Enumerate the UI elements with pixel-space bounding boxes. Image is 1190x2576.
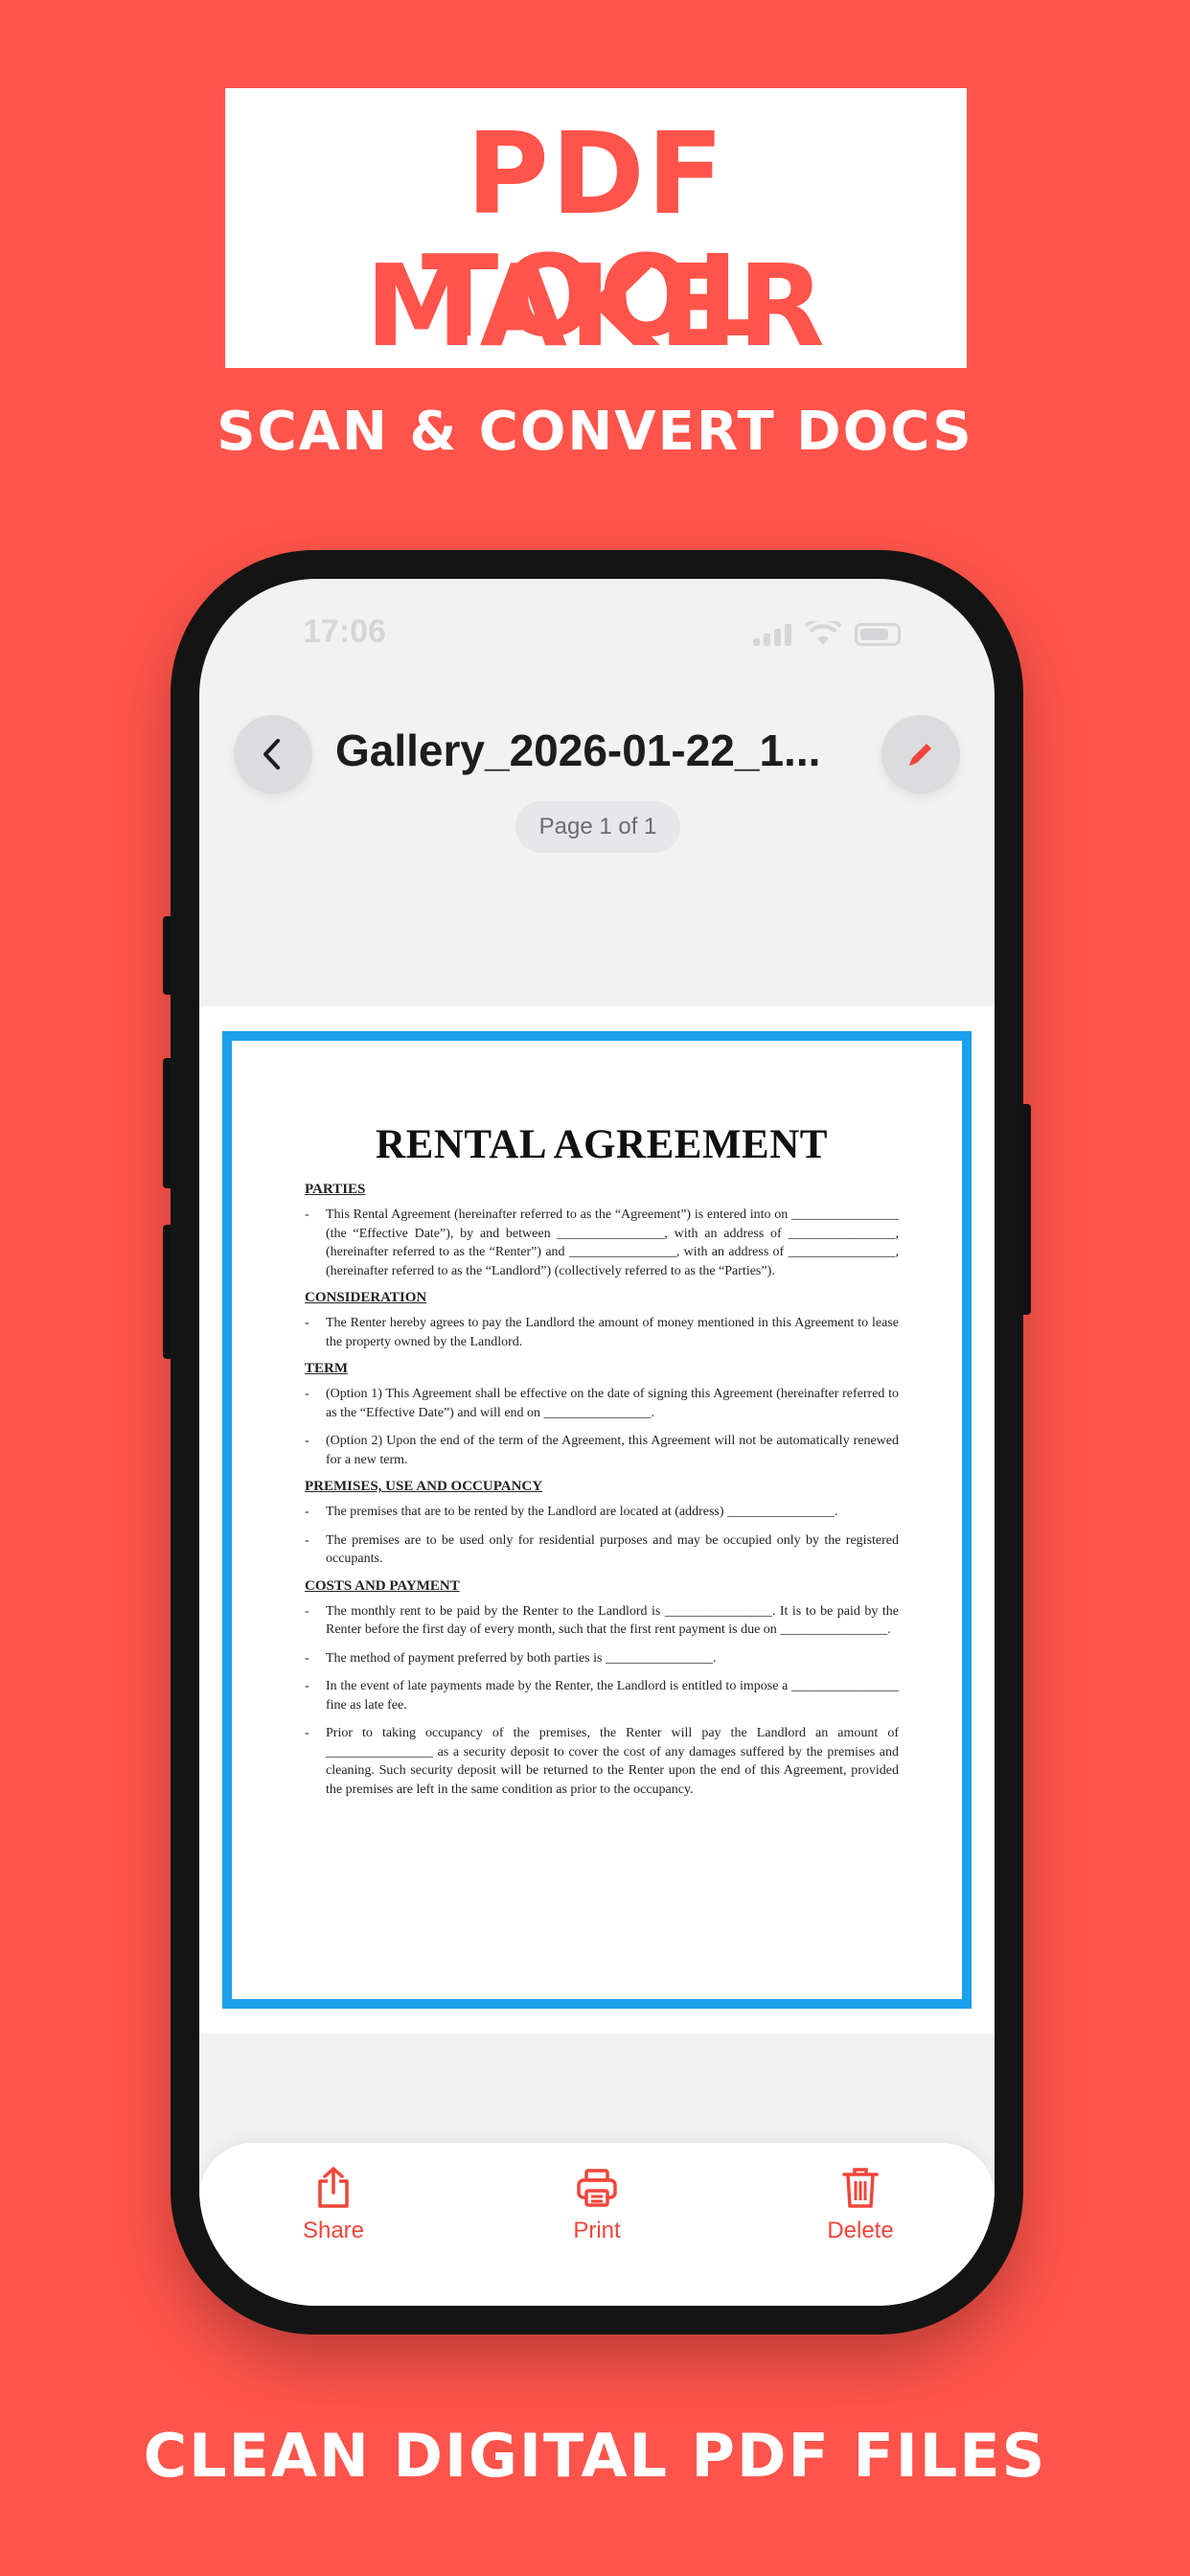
list-item: - The method of payment preferred by both… xyxy=(305,1650,717,1666)
hero-subtitle: SCAN & CONVERT DOCS xyxy=(217,401,973,463)
list-item: - The monthly rent to be paid by the Rent… xyxy=(305,1603,899,1638)
list-item: - The premises that are to be rented by t… xyxy=(305,1505,838,1519)
hero-title-box: PDF MAKER TOOL xyxy=(225,88,967,372)
edit-button[interactable] xyxy=(881,715,960,794)
phone-frame: 17:06 Gallery_2026-01-22_1... Page 1 of … xyxy=(171,550,1023,2334)
delete-button[interactable]: Delete xyxy=(793,2164,927,2244)
hero-title-line2: TOOL xyxy=(421,230,771,362)
delete-label: Delete xyxy=(827,2218,894,2243)
battery-icon xyxy=(855,623,901,646)
list-item: - (Option 1) This Agreement shall be effe… xyxy=(305,1387,899,1420)
footer-tagline: CLEAN DIGITAL PDF FILES xyxy=(143,2421,1047,2491)
wifi-icon xyxy=(805,621,841,645)
document-content: RENTAL AGREEMENT PARTIES - This Rental Ag… xyxy=(305,1121,899,1808)
list-item: - The Renter hereby agrees to pay the Lan… xyxy=(305,1316,899,1349)
share-icon xyxy=(318,2167,349,2208)
pencil-icon xyxy=(909,744,931,766)
bottom-toolbar: Share Print Delete xyxy=(199,2143,995,2306)
document-title: Gallery_2026-01-22_1... xyxy=(335,725,821,775)
section-heading: CONSIDERATION xyxy=(305,1290,427,1305)
list-item: - (Option 2) Upon the end of the term of … xyxy=(305,1434,899,1467)
page-indicator: Page 1 of 1 xyxy=(515,801,680,853)
status-time: 17:06 xyxy=(303,613,386,650)
list-item: - Prior to taking occupancy of the premis… xyxy=(305,1726,899,1797)
chevron-left-icon xyxy=(263,739,280,770)
signal-icon xyxy=(753,624,791,646)
phone-screen: 17:06 Gallery_2026-01-22_1... Page 1 of … xyxy=(199,579,995,2306)
status-bar: 17:06 xyxy=(199,579,995,694)
trash-icon xyxy=(842,2168,879,2208)
section-heading: COSTS AND PAYMENT xyxy=(305,1577,460,1594)
section-heading: PREMISES, USE AND OCCUPANCY xyxy=(305,1479,543,1494)
document-border: RENTAL AGREEMENT PARTIES - This Rental Ag… xyxy=(222,1031,972,2009)
section-heading: TERM xyxy=(305,1361,348,1376)
share-label: Share xyxy=(302,2218,365,2243)
list-item: - The premises are to be used only for re… xyxy=(305,1532,899,1567)
back-button[interactable] xyxy=(234,715,312,794)
list-item: - In the event of late payments made by t… xyxy=(305,1679,899,1713)
document-page[interactable]: RENTAL AGREEMENT PARTIES - This Rental Ag… xyxy=(199,1006,995,2034)
document-heading: RENTAL AGREEMENT xyxy=(376,1122,828,1167)
status-icons xyxy=(753,617,901,646)
print-button[interactable]: Print xyxy=(530,2164,664,2244)
print-label: Print xyxy=(573,2218,621,2243)
list-item: - This Rental Agreement (hereinafter refe… xyxy=(305,1208,899,1278)
share-button[interactable]: Share xyxy=(266,2164,400,2244)
section-heading: PARTIES xyxy=(305,1182,366,1197)
printer-icon xyxy=(577,2169,617,2207)
